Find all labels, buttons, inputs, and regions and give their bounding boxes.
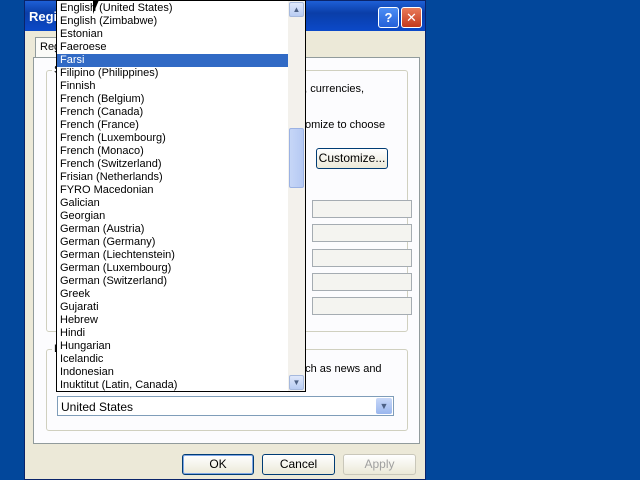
dropdown-option[interactable]: Hungarian — [57, 340, 289, 353]
scroll-up-icon[interactable]: ▲ — [289, 2, 304, 17]
dropdown-option[interactable]: Greek — [57, 288, 289, 301]
dropdown-options: English (United States) English (Zimbabwe… — [57, 2, 289, 391]
dropdown-option[interactable]: German (Austria) — [57, 223, 289, 236]
dropdown-option[interactable]: German (Switzerland) — [57, 275, 289, 288]
dropdown-scrollbar[interactable]: ▲ ▼ — [288, 1, 305, 391]
sample-long-date-field — [312, 297, 412, 315]
dropdown-option[interactable]: Finnish — [57, 80, 289, 93]
sample-currency-field — [312, 224, 412, 242]
dropdown-option[interactable]: German (Luxembourg) — [57, 262, 289, 275]
dropdown-option[interactable]: Estonian — [57, 28, 289, 41]
customize-button[interactable]: Customize... — [316, 148, 388, 169]
dropdown-option[interactable]: Galician — [57, 197, 289, 210]
dropdown-option[interactable]: Hindi — [57, 327, 289, 340]
location-selected-value: United States — [61, 400, 134, 414]
dropdown-option[interactable]: French (Monaco) — [57, 145, 289, 158]
scroll-down-icon[interactable]: ▼ — [289, 375, 304, 390]
window-title: Regi — [29, 9, 58, 24]
standards-description-2: omize to choose — [305, 119, 386, 131]
dropdown-option[interactable]: German (Germany) — [57, 236, 289, 249]
dropdown-option[interactable]: FYRO Macedonian — [57, 184, 289, 197]
dropdown-option[interactable]: Hebrew — [57, 314, 289, 327]
dropdown-option[interactable]: Farsi — [57, 54, 289, 67]
scroll-thumb[interactable] — [289, 128, 304, 188]
dropdown-option[interactable]: French (France) — [57, 119, 289, 132]
help-icon[interactable]: ? — [378, 7, 399, 28]
mouse-cursor-icon — [93, 0, 99, 14]
sample-short-date-field — [312, 273, 412, 291]
dropdown-option[interactable]: Georgian — [57, 210, 289, 223]
dropdown-option[interactable]: French (Canada) — [57, 106, 289, 119]
dropdown-option[interactable]: Gujarati — [57, 301, 289, 314]
standards-format-dropdown-list[interactable]: English (United States) English (Zimbabwe… — [56, 0, 306, 392]
ok-button[interactable]: OK — [182, 454, 254, 475]
sample-time-field — [312, 249, 412, 267]
dropdown-option[interactable]: French (Luxembourg) — [57, 132, 289, 145]
sample-number-field — [312, 200, 412, 218]
dropdown-option[interactable]: Inuktitut (Latin, Canada) — [57, 379, 289, 391]
dropdown-option[interactable]: Frisian (Netherlands) — [57, 171, 289, 184]
dropdown-option[interactable]: English (United States) — [57, 2, 289, 15]
location-description: uch as news and — [299, 363, 382, 375]
dropdown-option[interactable]: German (Liechtenstein) — [57, 249, 289, 262]
location-select[interactable]: United States ▼ — [57, 396, 394, 416]
dropdown-option[interactable]: French (Belgium) — [57, 93, 289, 106]
chevron-down-icon[interactable]: ▼ — [376, 398, 392, 414]
dropdown-option[interactable]: Faeroese — [57, 41, 289, 54]
cancel-button[interactable]: Cancel — [262, 454, 335, 475]
apply-button[interactable]: Apply — [343, 454, 416, 475]
dropdown-option[interactable]: Indonesian — [57, 366, 289, 379]
dropdown-option[interactable]: Filipino (Philippines) — [57, 67, 289, 80]
dropdown-option[interactable]: Icelandic — [57, 353, 289, 366]
dropdown-option[interactable]: French (Switzerland) — [57, 158, 289, 171]
dropdown-option[interactable]: English (Zimbabwe) — [57, 15, 289, 28]
close-icon[interactable]: ✕ — [401, 7, 422, 28]
